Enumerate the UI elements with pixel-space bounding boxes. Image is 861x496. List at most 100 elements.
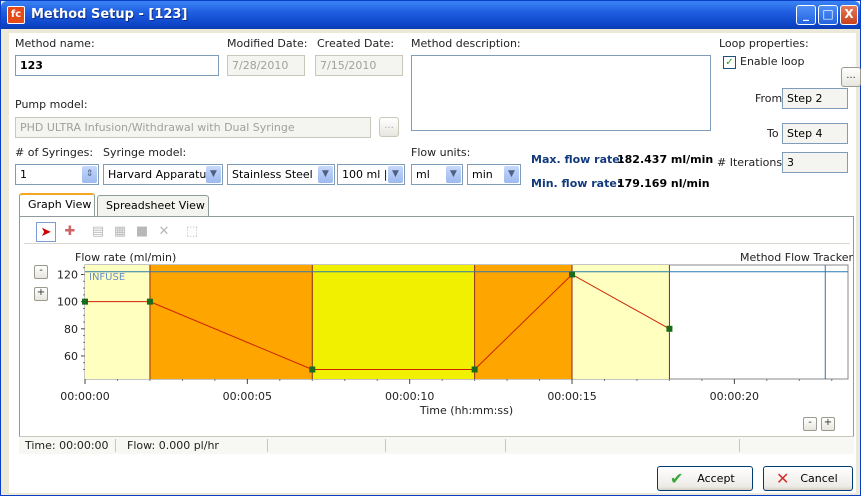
syringe-model-label: Syringe model: bbox=[103, 146, 187, 159]
y-zoom-out-button[interactable]: - bbox=[34, 265, 48, 279]
enable-loop-label: Enable loop bbox=[740, 55, 805, 68]
min-flow-rate-label: Min. flow rate: bbox=[531, 177, 622, 190]
syringe-size-value: 100 ml | : bbox=[342, 168, 395, 181]
iterations-label: # Iterations bbox=[717, 156, 783, 169]
copy-step-icon[interactable]: ▤ bbox=[88, 222, 108, 242]
method-description-input[interactable] bbox=[411, 55, 711, 131]
loop-to-field[interactable]: Step 4 bbox=[782, 123, 848, 144]
status-divider bbox=[385, 439, 386, 452]
loop-properties-label: Loop properties: bbox=[719, 37, 809, 50]
x-zoom-out-button[interactable]: - bbox=[803, 417, 817, 431]
maximize-button[interactable]: □ bbox=[818, 5, 838, 25]
graph-toolbar: ➤ ✚ ▤ ▦ ■ ✕ ⬚ bbox=[24, 220, 850, 244]
status-divider bbox=[115, 439, 116, 452]
status-divider bbox=[739, 439, 740, 452]
syringe-size-select[interactable]: 100 ml | : ▼ bbox=[337, 164, 405, 185]
loop-to-label: To bbox=[767, 127, 779, 140]
flow-rate-chart[interactable]: INFUSE 60 80 100 120 00:00:00 00:00:05 00:00:10… bbox=[20, 261, 855, 446]
tab-spreadsheet-view[interactable]: Spreadsheet View bbox=[97, 195, 209, 216]
window-title: Method Setup - [123] bbox=[31, 7, 188, 22]
step-region bbox=[312, 265, 475, 379]
x-zoom-in-button[interactable]: + bbox=[821, 417, 835, 431]
cancel-button[interactable]: ✕ Cancel bbox=[763, 466, 853, 491]
x-tick-label: 00:00:05 bbox=[223, 390, 272, 403]
enable-loop-checkbox[interactable]: ✓ bbox=[723, 56, 736, 69]
accept-button[interactable]: ✔ Accept bbox=[657, 466, 753, 491]
y-tick-label: 120 bbox=[57, 269, 78, 282]
data-point[interactable] bbox=[471, 366, 478, 373]
y-tick-label: 80 bbox=[64, 323, 78, 336]
pump-browse-button[interactable]: ... bbox=[379, 117, 399, 137]
title-bar[interactable]: fc Method Setup - [123] _ □ X bbox=[1, 1, 860, 29]
method-name-label: Method name: bbox=[15, 37, 95, 50]
x-axis-label: Time (hh:mm:ss) bbox=[419, 404, 513, 417]
syringe-brand-select[interactable]: Harvard Apparatus ▼ bbox=[103, 164, 223, 185]
status-flow: Flow: 0.000 pl/hr bbox=[127, 439, 219, 452]
x-tick-label: 00:00:10 bbox=[385, 390, 434, 403]
syringe-count-value: 1 bbox=[20, 168, 27, 181]
app-logo-icon: fc bbox=[7, 6, 25, 24]
stepper-updown-icon[interactable]: ⇕ bbox=[82, 166, 97, 183]
status-bar: Time: 00:00:00 Flow: 0.000 pl/hr bbox=[19, 436, 854, 454]
method-name-input[interactable]: 123 bbox=[15, 55, 219, 76]
syringe-count-label: # of Syringes: bbox=[15, 146, 94, 159]
minimize-button[interactable]: _ bbox=[796, 5, 816, 25]
step-region bbox=[149, 265, 313, 379]
data-point[interactable] bbox=[146, 298, 153, 305]
flow-time-unit-value: min bbox=[472, 168, 493, 181]
syringe-material-value: Stainless Steel bbox=[232, 168, 313, 181]
dialog-body: Method name: Modified Date: Created Date… bbox=[9, 33, 861, 493]
close-button[interactable]: X bbox=[840, 5, 858, 25]
flow-units-label: Flow units: bbox=[411, 146, 471, 159]
data-point[interactable] bbox=[666, 325, 673, 332]
chevron-down-icon[interactable]: ▼ bbox=[388, 166, 403, 183]
modified-date-label: Modified Date: bbox=[227, 37, 308, 50]
checkmark-icon: ✔ bbox=[670, 469, 684, 488]
status-time: Time: 00:00:00 bbox=[25, 439, 109, 452]
created-date-field: 7/15/2010 bbox=[315, 55, 403, 76]
syringe-count-stepper[interactable]: 1 ⇕ bbox=[15, 164, 99, 185]
data-point[interactable] bbox=[309, 366, 316, 373]
data-point[interactable] bbox=[569, 271, 576, 278]
flow-time-unit-select[interactable]: min ▼ bbox=[467, 164, 521, 185]
chevron-down-icon[interactable]: ▼ bbox=[318, 166, 333, 183]
delete-step-icon[interactable]: ✕ bbox=[154, 222, 174, 242]
pump-model-label: Pump model: bbox=[15, 98, 88, 111]
syringe-material-select[interactable]: Stainless Steel ▼ bbox=[227, 164, 335, 185]
modified-date-field: 7/28/2010 bbox=[227, 55, 305, 76]
add-step-icon[interactable]: ✚ bbox=[60, 222, 80, 242]
flow-volume-unit-select[interactable]: ml ▼ bbox=[411, 164, 463, 185]
y-zoom-in-button[interactable]: + bbox=[34, 287, 48, 301]
loop-browse-button[interactable]: ... bbox=[841, 67, 861, 87]
x-tick-label: 00:00:20 bbox=[710, 390, 759, 403]
flow-volume-unit-value: ml bbox=[416, 168, 430, 181]
status-divider bbox=[505, 439, 506, 452]
method-description-label: Method description: bbox=[411, 37, 521, 50]
y-tick-label: 100 bbox=[57, 296, 78, 309]
graph-panel: ➤ ✚ ▤ ▦ ■ ✕ ⬚ Flow rate (ml/min) Method … bbox=[19, 216, 854, 454]
infuse-label: INFUSE bbox=[89, 272, 125, 283]
fill-step-icon[interactable]: ■ bbox=[132, 222, 152, 242]
chevron-down-icon[interactable]: ▼ bbox=[206, 166, 221, 183]
tab-graph-view[interactable]: Graph View bbox=[19, 193, 95, 216]
data-point[interactable] bbox=[82, 298, 88, 305]
zoom-select-icon[interactable]: ⬚ bbox=[182, 222, 202, 242]
loop-from-field[interactable]: Step 2 bbox=[782, 88, 848, 109]
loop-from-label: From bbox=[755, 92, 783, 105]
x-tick-label: 00:00:15 bbox=[547, 390, 596, 403]
x-tick-label: 00:00:00 bbox=[60, 390, 109, 403]
chevron-down-icon[interactable]: ▼ bbox=[446, 166, 461, 183]
select-arrow-icon[interactable]: ➤ bbox=[36, 222, 56, 242]
min-flow-rate-value: 179.169 nl/min bbox=[617, 177, 710, 190]
y-tick-label: 60 bbox=[64, 350, 78, 363]
method-setup-window: fc Method Setup - [123] _ □ X Method nam… bbox=[0, 0, 861, 496]
created-date-label: Created Date: bbox=[317, 37, 395, 50]
max-flow-rate-value: 182.437 ml/min bbox=[617, 153, 714, 166]
cancel-x-icon: ✕ bbox=[776, 469, 790, 488]
insert-step-icon[interactable]: ▦ bbox=[110, 222, 130, 242]
pump-model-field: PHD ULTRA Infusion/Withdrawal with Dual … bbox=[15, 117, 371, 138]
chevron-down-icon[interactable]: ▼ bbox=[504, 166, 519, 183]
iterations-field[interactable]: 3 bbox=[782, 152, 848, 173]
status-divider bbox=[267, 439, 268, 452]
accept-label: Accept bbox=[697, 472, 735, 485]
